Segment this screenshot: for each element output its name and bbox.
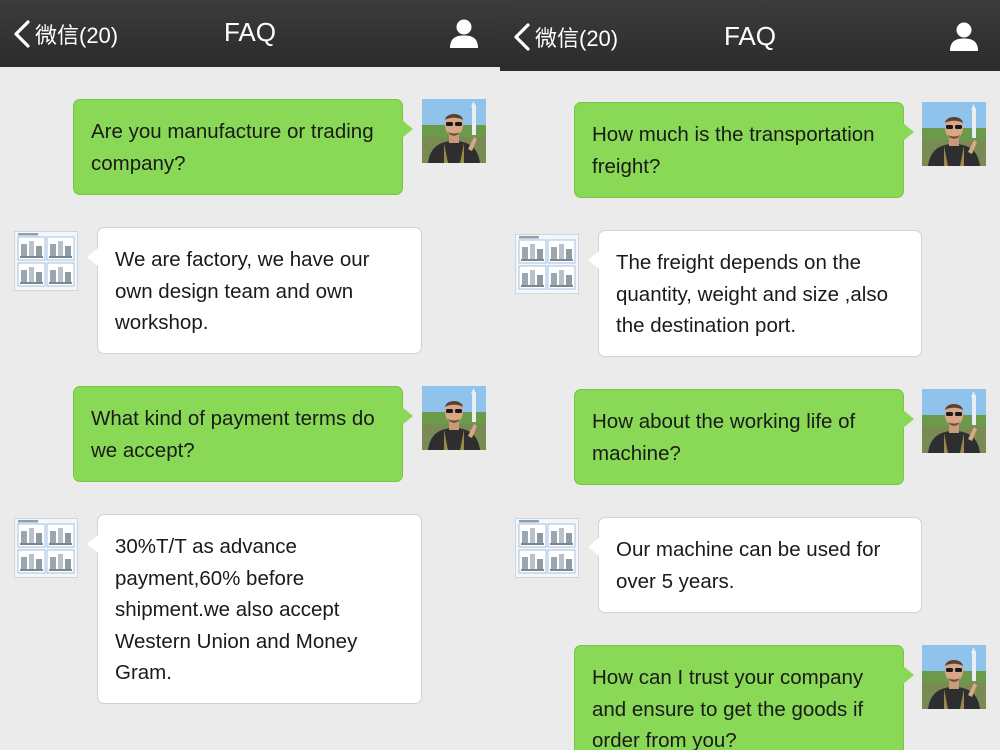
message-text: What kind of payment terms do we accept? [91,407,375,462]
message-text: We are factory, we have our own design t… [115,248,370,334]
page-title: FAQ [723,21,776,51]
user-photo-image [922,645,986,709]
machine-catalog-image [15,519,77,577]
user-photo-avatar[interactable] [922,389,986,453]
user-photo-avatar[interactable] [922,102,986,166]
message-text: Our machine can be used for over 5 years… [616,538,881,593]
message-bubble-incoming[interactable]: We are factory, we have our own design t… [87,227,422,354]
message-text: How can I trust your company and ensure … [592,666,864,750]
message-bubble-incoming[interactable]: The freight depends on the quantity, wei… [588,230,922,357]
chat-panel-right: 微信(20) FAQ How much is the transportatio… [500,0,1000,750]
user-photo-image [922,389,986,453]
message-bubble-outgoing[interactable]: What kind of payment terms do we accept? [73,386,413,482]
message-bubble-outgoing[interactable]: How about the working life of machine? [574,389,914,485]
machine-catalog-image [15,232,77,290]
message-text: Are you manufacture or trading company? [91,120,374,175]
message-bubble-outgoing[interactable]: How can I trust your company and ensure … [574,645,914,750]
message-text: How about the working life of machine? [592,410,856,465]
factory-machine-catalog-avatar[interactable] [14,231,78,291]
person-icon[interactable] [948,20,980,52]
user-photo-avatar[interactable] [422,99,486,163]
message-text: 30%T/T as advance payment,60% before shi… [115,535,358,684]
message-bubble-incoming[interactable]: Our machine can be used for over 5 years… [588,517,922,613]
factory-machine-catalog-avatar[interactable] [14,518,78,578]
machine-catalog-image [516,519,578,577]
factory-machine-catalog-avatar[interactable] [515,234,579,294]
user-photo-image [922,102,986,166]
nav-bar: 微信(20) FAQ [500,0,1000,71]
user-photo-avatar[interactable] [922,645,986,709]
user-photo-image [422,99,486,163]
nav-bar: 微信(20) FAQ [0,0,500,67]
user-photo-avatar[interactable] [422,386,486,450]
message-bubble-outgoing[interactable]: Are you manufacture or trading company? [73,99,413,195]
page-title: FAQ [223,17,276,47]
message-bubble-incoming[interactable]: 30%T/T as advance payment,60% before shi… [87,514,422,704]
chat-panel-left: 微信(20) FAQ Are you manufacture or tradin… [0,0,500,750]
message-text: The freight depends on the quantity, wei… [616,251,888,337]
machine-catalog-image [516,235,578,293]
message-text: How much is the transportation freight? [592,123,875,178]
message-bubble-outgoing[interactable]: How much is the transportation freight? [574,102,914,198]
person-icon[interactable] [448,17,480,49]
user-photo-image [422,386,486,450]
factory-machine-catalog-avatar[interactable] [515,518,579,578]
